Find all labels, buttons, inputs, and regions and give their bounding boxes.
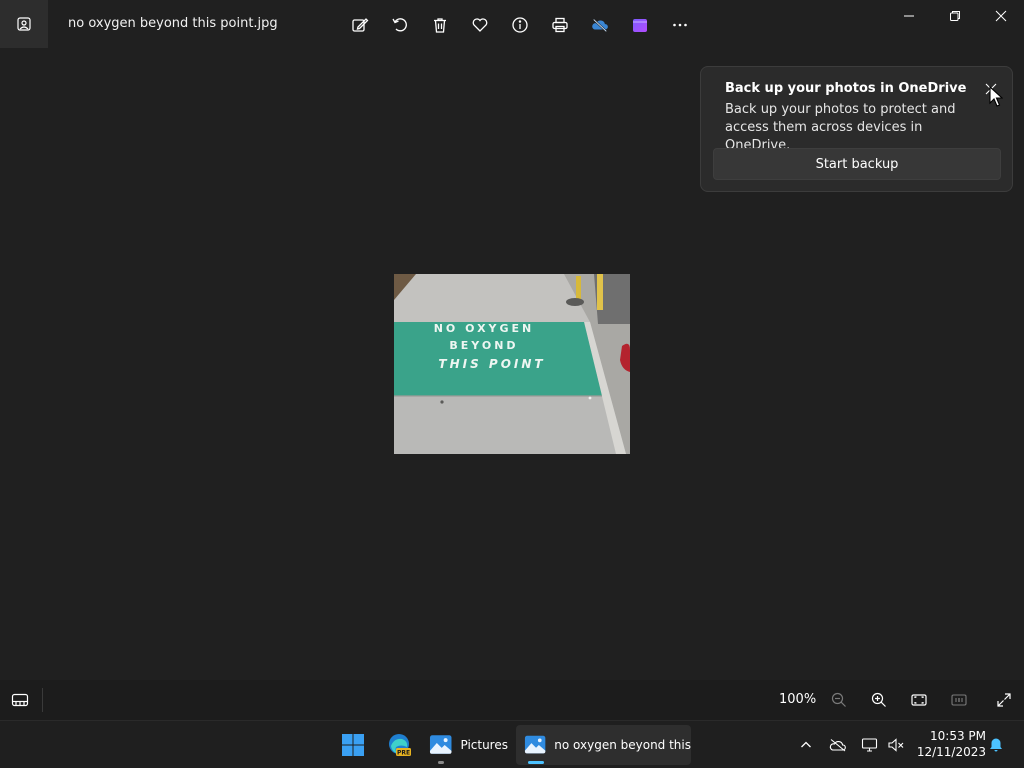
photos-app-icon	[429, 735, 452, 754]
window-controls	[886, 0, 1024, 32]
viewer-bottom-bar: 100%	[0, 680, 1024, 720]
edge-pre-badge: PRE	[397, 750, 410, 757]
edit-image-button[interactable]	[340, 12, 380, 38]
chevron-up-icon	[801, 741, 811, 748]
zoom-level[interactable]: 100%	[779, 692, 816, 707]
rotate-icon	[392, 18, 407, 32]
running-indicator	[438, 761, 444, 764]
title-bar: no oxygen beyond this point.jpg	[0, 0, 1024, 48]
zoom-in-button[interactable]	[865, 688, 893, 712]
info-icon	[512, 17, 528, 33]
taskbar-edge-beta[interactable]: PRE	[382, 725, 416, 765]
onedrive-button[interactable]	[580, 12, 620, 38]
edge-browser-icon: PRE	[389, 734, 411, 757]
edit-icon	[352, 18, 369, 32]
notifications-button[interactable]	[986, 735, 1006, 755]
favorite-icon	[472, 18, 488, 32]
sign-text-line-1: NO OXYGEN	[434, 322, 535, 335]
minimize-button[interactable]	[886, 0, 932, 32]
start-button[interactable]	[336, 725, 370, 765]
fit-to-window-button[interactable]	[905, 688, 933, 712]
popup-title: Back up your photos in OneDrive	[725, 81, 967, 96]
restore-icon	[950, 11, 960, 21]
divider	[42, 688, 43, 712]
onedrive-offline-icon	[829, 739, 846, 752]
photos-app-icon	[524, 735, 546, 754]
restore-button[interactable]	[932, 0, 978, 32]
onedrive-icon	[592, 18, 608, 33]
taskbar-clock[interactable]: 10:53 PM 12/11/2023	[914, 728, 986, 760]
actual-size-button[interactable]	[945, 688, 973, 712]
start-backup-button[interactable]: Start backup	[713, 148, 1001, 180]
filmstrip-icon	[11, 693, 29, 707]
file-info-button[interactable]	[500, 12, 540, 38]
onedrive-backup-popup: Back up your photos in OneDrive Back up …	[700, 66, 1013, 192]
delete-button[interactable]	[420, 12, 460, 38]
print-icon	[552, 17, 568, 33]
image-toolbar	[340, 12, 700, 38]
close-icon	[995, 10, 1007, 22]
print-button[interactable]	[540, 12, 580, 38]
more-icon	[673, 23, 687, 27]
tray-volume-button[interactable]	[886, 735, 906, 755]
full-screen-button[interactable]	[990, 688, 1018, 712]
expand-icon	[997, 693, 1011, 707]
photo-canvas[interactable]: NO OXYGEN BEYOND THIS POINT	[394, 274, 630, 454]
zoom-out-icon	[831, 692, 846, 707]
actual-size-icon	[951, 694, 967, 706]
zoom-in-icon	[871, 692, 886, 707]
active-indicator	[528, 761, 544, 764]
taskbar: PRE Pictures no oxygen beyond this 10:53…	[0, 720, 1024, 768]
taskbar-pictures[interactable]: Pictures	[426, 725, 508, 765]
minimize-icon	[904, 15, 914, 17]
mouse-cursor-icon	[989, 86, 1003, 107]
more-options-button[interactable]	[660, 12, 700, 38]
close-window-button[interactable]	[978, 0, 1024, 32]
file-name-title: no oxygen beyond this point.jpg	[68, 16, 278, 31]
photos-app-icon[interactable]	[0, 0, 48, 48]
popup-body: Back up your photos to protect and acces…	[725, 102, 956, 153]
volume-muted-icon	[888, 738, 904, 752]
taskbar-photos-active[interactable]: no oxygen beyond this	[516, 725, 691, 765]
network-icon	[861, 738, 878, 752]
sign-text-line-3: THIS POINT	[438, 357, 545, 371]
taskbar-photos-label: no oxygen beyond this	[554, 738, 691, 752]
rotate-button[interactable]	[380, 12, 420, 38]
favorite-button[interactable]	[460, 12, 500, 38]
tray-onedrive-button[interactable]	[828, 735, 848, 755]
clock-time: 10:53 PM	[930, 729, 986, 743]
taskbar-pictures-label: Pictures	[460, 738, 508, 752]
delete-icon	[434, 18, 446, 33]
windows-logo-icon	[342, 734, 364, 756]
zoom-out-button[interactable]	[825, 688, 853, 712]
show-hidden-icons-button[interactable]	[796, 735, 816, 755]
sign-text-line-2: BEYOND	[449, 339, 518, 352]
clipchamp-button[interactable]	[620, 12, 660, 38]
clipchamp-icon	[633, 19, 647, 32]
fit-to-window-icon	[911, 694, 927, 706]
bell-icon	[990, 738, 1002, 752]
clock-date: 12/11/2023	[916, 745, 986, 759]
tray-network-button[interactable]	[860, 735, 880, 755]
filmstrip-toggle-button[interactable]	[8, 689, 32, 711]
